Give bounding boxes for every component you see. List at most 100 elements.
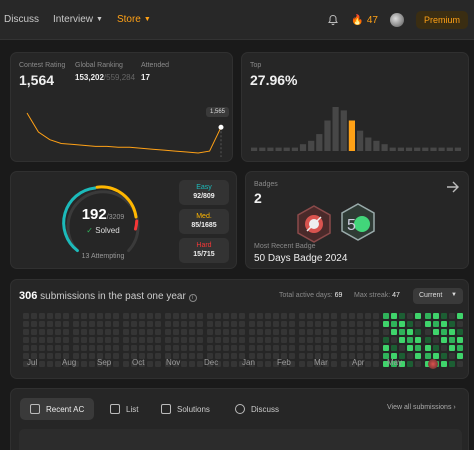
- heatmap-cell: [207, 329, 213, 335]
- histogram-bar: [332, 107, 339, 151]
- avatar[interactable]: [389, 13, 404, 27]
- heatmap-cell: [399, 337, 405, 343]
- tab-discuss[interactable]: Discuss: [235, 398, 279, 420]
- heatmap-cell: [73, 321, 79, 327]
- histogram-bar: [397, 147, 404, 151]
- medium-stat[interactable]: Med. 85/1685: [179, 209, 229, 234]
- heatmap-cell: [257, 345, 263, 351]
- histogram-bar: [357, 130, 364, 151]
- heatmap-cell: [373, 353, 379, 359]
- heatmap-cell: [307, 321, 313, 327]
- heatmap-cell: [323, 337, 329, 343]
- heatmap-cell: [441, 321, 447, 327]
- heatmap-cell: [457, 345, 463, 351]
- heatmap-cell: [391, 329, 397, 335]
- heatmap-cell: [165, 345, 171, 351]
- heatmap-cell: [457, 337, 463, 343]
- heatmap-cell: [415, 337, 421, 343]
- month-label: Oct: [132, 358, 145, 367]
- heatmap-cell: [147, 337, 153, 343]
- badge-50-days-icon[interactable]: 5: [338, 202, 378, 242]
- heatmap-cell: [249, 337, 255, 343]
- heatmap-cell: [105, 321, 111, 327]
- nav-discuss-label: Discuss: [4, 14, 40, 25]
- heatmap-cell: [383, 345, 389, 351]
- badge-hexagon-icon[interactable]: [294, 204, 334, 244]
- heatmap-cell: [139, 345, 145, 351]
- heatmap-cell: [81, 321, 87, 327]
- heatmap-cell: [189, 321, 195, 327]
- badges-card: Badges 2 5 Most Recent Badge 50 Days Bad…: [245, 171, 469, 269]
- heatmap-cell: [349, 321, 355, 327]
- nav-store[interactable]: Store ▼: [117, 14, 151, 25]
- heatmap-cell: [223, 345, 229, 351]
- heatmap-cell: [257, 353, 263, 359]
- tab-solutions-label: Solutions: [177, 404, 210, 414]
- heatmap-cell: [239, 337, 245, 343]
- heatmap-cell: [391, 345, 397, 351]
- heatmap-cell: [307, 337, 313, 343]
- premium-button[interactable]: Premium: [415, 11, 468, 29]
- heatmap-cell: [181, 321, 187, 327]
- heatmap-cell: [289, 329, 295, 335]
- arrow-right-icon[interactable]: [446, 181, 460, 193]
- histogram-bar: [438, 147, 445, 151]
- hard-value: 15/715: [193, 251, 215, 258]
- heatmap-cell: [307, 329, 313, 335]
- heatmap-cell: [457, 321, 463, 327]
- heatmap-cell: [47, 321, 53, 327]
- heatmap-cell: [289, 313, 295, 319]
- heatmap-cell: [441, 353, 447, 359]
- easy-stat[interactable]: Easy 92/809: [179, 180, 229, 205]
- histogram-bar: [422, 147, 429, 151]
- nav-interview[interactable]: Interview ▼: [53, 14, 103, 25]
- heatmap-cell: [349, 337, 355, 343]
- hard-stat[interactable]: Hard 15/715: [179, 238, 229, 263]
- heatmap-cell: [239, 313, 245, 319]
- view-all-submissions-link[interactable]: View all submissions ›: [387, 404, 456, 411]
- heatmap-cell: [123, 321, 129, 327]
- heatmap-cell: [63, 337, 69, 343]
- heatmap-cell: [73, 329, 79, 335]
- heatmap-cell: [357, 337, 363, 343]
- tab-list[interactable]: List: [110, 398, 138, 420]
- heatmap-cell: [331, 329, 337, 335]
- tab-solutions[interactable]: Solutions: [161, 398, 210, 420]
- tab-recent-ac[interactable]: Recent AC: [20, 398, 95, 420]
- nav-store-label: Store: [116, 14, 141, 25]
- heatmap-cell: [433, 337, 439, 343]
- heatmap-cell: [155, 353, 161, 359]
- heatmap-cell: [39, 345, 45, 351]
- heatmap-cell: [63, 329, 69, 335]
- heatmap-cell: [189, 337, 195, 343]
- streak-counter[interactable]: 🔥 47: [351, 15, 378, 26]
- heatmap-cell: [173, 345, 179, 351]
- heatmap-cell: [425, 353, 431, 359]
- heatmap-cell: [425, 313, 431, 319]
- activity-list: [19, 429, 462, 450]
- heatmap-cell: [433, 329, 439, 335]
- histogram-bar: [365, 137, 372, 151]
- heatmap-cell: [173, 329, 179, 335]
- month-label: Jan: [242, 358, 255, 367]
- bell-icon[interactable]: [327, 14, 339, 26]
- badges-label: Badges: [254, 181, 278, 188]
- month-label: Dec: [204, 358, 219, 367]
- heatmap-cell: [273, 345, 279, 351]
- heatmap-cell: [341, 345, 347, 351]
- heatmap-cell: [113, 313, 119, 319]
- heatmap-cell: [407, 313, 413, 319]
- heatmap-cell: [407, 337, 413, 343]
- heatmap-cell: [97, 321, 103, 327]
- heatmap-cell: [139, 337, 145, 343]
- checkbox-icon: [161, 404, 171, 414]
- list-icon: [110, 404, 120, 414]
- heatmap-cell: [173, 321, 179, 327]
- heatmap-cell: [223, 353, 229, 359]
- heatmap-cell: [299, 361, 305, 367]
- heatmap-cell: [407, 361, 413, 367]
- heatmap-cell: [113, 329, 119, 335]
- nav-discuss[interactable]: Discuss: [4, 14, 39, 25]
- heatmap-cell: [207, 313, 213, 319]
- heatmap-cell: [441, 361, 447, 367]
